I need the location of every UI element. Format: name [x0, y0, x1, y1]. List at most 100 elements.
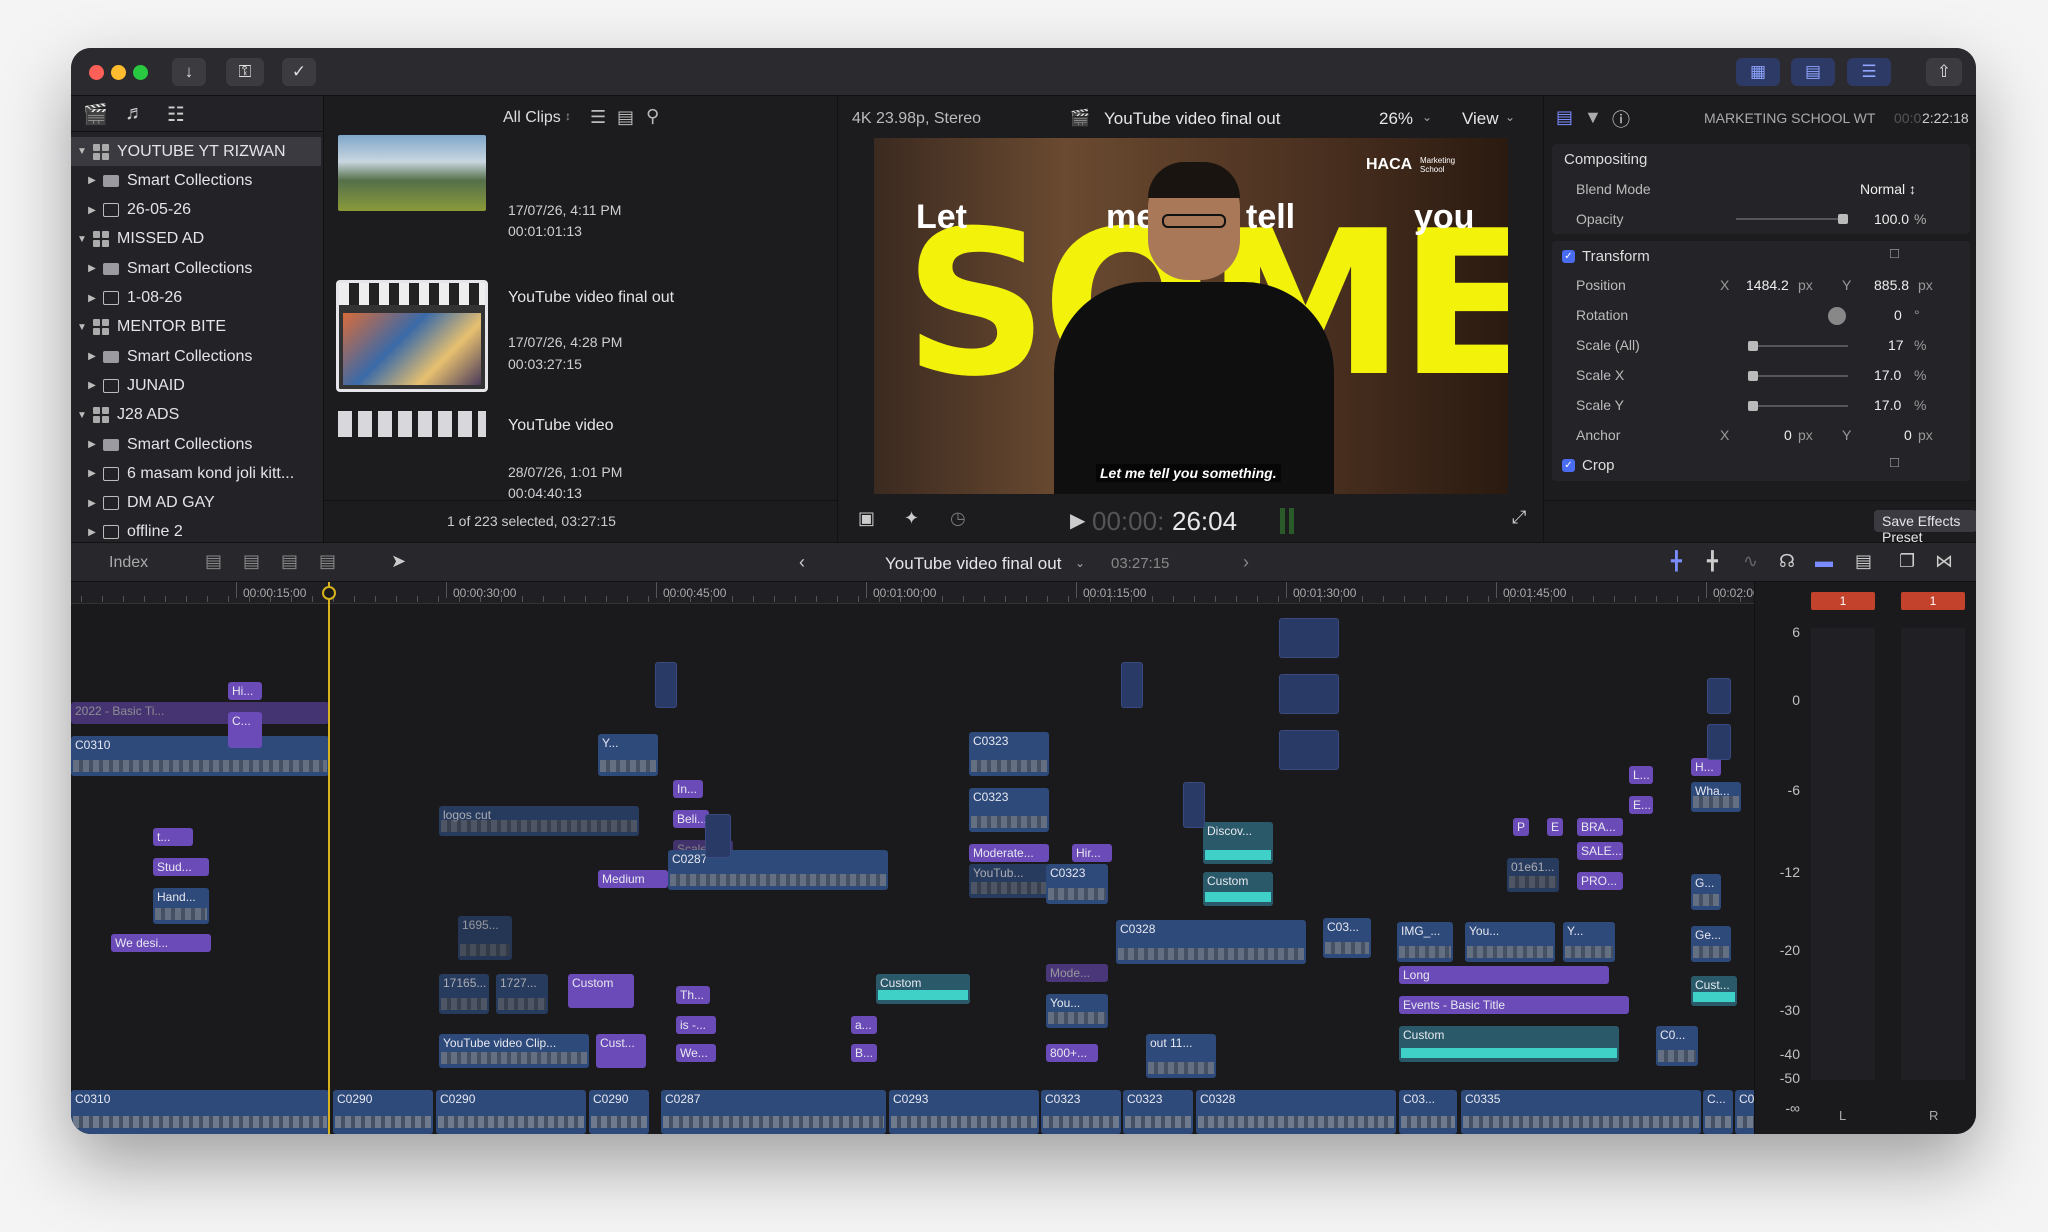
- timeline-clip[interactable]: We...: [676, 1044, 716, 1062]
- snapping-icon[interactable]: ▬: [1815, 551, 1833, 572]
- disclosure-closed-icon[interactable]: ▶: [85, 380, 99, 391]
- storyline-clip[interactable]: C0323: [1123, 1090, 1193, 1134]
- transitions-browser-icon[interactable]: ⋈: [1935, 551, 1953, 572]
- timeline-clip[interactable]: G...: [1691, 874, 1721, 910]
- stacked-clip[interactable]: [1707, 724, 1731, 760]
- timeline-clip[interactable]: Mode...: [1046, 964, 1108, 982]
- transform-checkbox[interactable]: ✓: [1562, 250, 1575, 263]
- timeline-clip[interactable]: Ge...: [1691, 926, 1731, 962]
- timeline[interactable]: 00:00:15:00 00:00:30:00 00:00:45:00 00:01:0…: [71, 582, 1754, 1134]
- timeline-clip[interactable]: YouTube video Clip...: [439, 1034, 589, 1068]
- timeline-clip[interactable]: 17165...: [439, 974, 489, 1014]
- timeline-clip[interactable]: In...: [673, 780, 703, 798]
- timeline-clip[interactable]: Custom: [568, 974, 634, 1008]
- save-effects-preset-button[interactable]: Save Effects Preset: [1874, 510, 1976, 545]
- opacity-value[interactable]: 100.0: [1874, 211, 1909, 227]
- titles-generators-icon[interactable]: ☷: [167, 102, 185, 127]
- blend-mode-select[interactable]: Normal ↕: [1860, 181, 1916, 197]
- disclosure-open-icon[interactable]: ▼: [75, 410, 89, 421]
- storyline-clip[interactable]: C0335: [1461, 1090, 1701, 1134]
- disclosure-closed-icon[interactable]: ▶: [85, 351, 99, 362]
- clip-filter-dropdown[interactable]: All Clips: [503, 109, 561, 127]
- timeline-clip[interactable]: t...: [153, 828, 193, 846]
- timeline-clip[interactable]: a...: [851, 1016, 877, 1034]
- stacked-clip[interactable]: [1279, 674, 1339, 714]
- timeline-clip[interactable]: Cust...: [596, 1034, 646, 1068]
- timeline-clip[interactable]: Discov...: [1203, 822, 1273, 864]
- sidebar-item-library[interactable]: ▼ YOUTUBE YT RIZWAN: [71, 137, 321, 166]
- timeline-clip[interactable]: Wha...: [1691, 782, 1741, 812]
- timeline-clip[interactable]: E: [1547, 818, 1563, 836]
- timeline-clip[interactable]: C0...: [1656, 1026, 1698, 1066]
- disclosure-open-icon[interactable]: ▼: [75, 234, 89, 245]
- view-dropdown[interactable]: View: [1462, 109, 1499, 129]
- timeline-clip[interactable]: Moderate...: [969, 844, 1049, 862]
- crop-onscreen-icon[interactable]: □: [1890, 454, 1899, 471]
- search-icon[interactable]: ⚲: [646, 106, 659, 127]
- timeline-clip[interactable]: C0323: [969, 788, 1049, 832]
- timeline-clip[interactable]: Custom: [1399, 1026, 1619, 1062]
- effects-browser-icon[interactable]: ❐: [1899, 551, 1915, 572]
- timeline-clip[interactable]: IMG_...: [1397, 922, 1453, 962]
- timeline-clip[interactable]: Medium: [598, 870, 668, 888]
- timeline-clip[interactable]: 1727...: [496, 974, 548, 1014]
- play-icon[interactable]: ▶: [1070, 508, 1085, 533]
- disclosure-open-icon[interactable]: ▼: [75, 322, 89, 333]
- stacked-clip[interactable]: [1183, 782, 1205, 828]
- video-frame[interactable]: SOMETHING Let me tell you HACA Marketing…: [874, 138, 1508, 494]
- timeline-clip[interactable]: Hir...: [1072, 844, 1112, 862]
- share-button[interactable]: ⇧: [1926, 58, 1962, 86]
- timeline-clip[interactable]: B...: [851, 1044, 877, 1062]
- append-clip-icon[interactable]: ▤: [281, 551, 298, 572]
- clip-thumbnail[interactable]: [338, 135, 486, 211]
- import-button[interactable]: ↓: [172, 58, 206, 86]
- select-tool-icon[interactable]: ➤: [391, 551, 406, 572]
- timeline-clip[interactable]: BRA...: [1577, 818, 1623, 836]
- storyline-clip[interactable]: C0323: [1041, 1090, 1121, 1134]
- stacked-clip[interactable]: [1279, 730, 1339, 770]
- insert-clip-icon[interactable]: ▤: [243, 551, 260, 572]
- disclosure-closed-icon[interactable]: ▶: [85, 293, 99, 304]
- sidebar-item-library[interactable]: ▼ J28 ADS: [71, 401, 321, 430]
- disclosure-closed-icon[interactable]: ▶: [85, 263, 99, 274]
- peak-indicator-right[interactable]: 1: [1901, 592, 1965, 610]
- audio-skimming-icon[interactable]: ╋: [1707, 551, 1718, 572]
- timeline-toggle-button[interactable]: ▤: [1791, 58, 1835, 86]
- photos-audio-icon[interactable]: ♬: [125, 102, 145, 125]
- playhead[interactable]: [328, 582, 330, 1134]
- index-button[interactable]: Index: [109, 554, 148, 572]
- browser-toggle-button[interactable]: ▦: [1736, 58, 1780, 86]
- history-back-icon[interactable]: ‹: [799, 552, 805, 573]
- stacked-clip[interactable]: [1707, 678, 1731, 714]
- storyline-clip[interactable]: C0290: [436, 1090, 586, 1134]
- close-button[interactable]: [89, 65, 104, 80]
- scale-x-slider[interactable]: [1748, 371, 1848, 381]
- timeline-clip[interactable]: Custom: [876, 974, 970, 1004]
- timeline-clip[interactable]: You...: [1046, 994, 1108, 1028]
- timeline-clip[interactable]: 800+...: [1046, 1044, 1098, 1062]
- inspector-toggle-button[interactable]: ☰: [1847, 58, 1891, 86]
- storyline-clip[interactable]: C0290: [589, 1090, 649, 1134]
- timeline-clip[interactable]: Stud...: [153, 858, 209, 876]
- disclosure-open-icon[interactable]: ▼: [75, 146, 89, 157]
- storyline-clip[interactable]: C0290: [333, 1090, 433, 1134]
- timeline-clip[interactable]: H...: [1691, 758, 1721, 776]
- zoom-dropdown[interactable]: 26%: [1379, 109, 1413, 129]
- timeline-clip[interactable]: Events - Basic Title: [1399, 996, 1629, 1014]
- disclosure-closed-icon[interactable]: ▶: [85, 527, 99, 538]
- filmstrip-view-icon[interactable]: ▤: [617, 107, 634, 128]
- storyline-clip[interactable]: C0...: [1735, 1090, 1754, 1134]
- stacked-clip[interactable]: [1121, 662, 1143, 708]
- timeline-clip[interactable]: L...: [1629, 766, 1653, 784]
- peak-indicator-left[interactable]: 1: [1811, 592, 1875, 610]
- timeline-clip[interactable]: Hand...: [153, 888, 209, 924]
- scale-all-slider[interactable]: [1748, 341, 1848, 351]
- skimming-icon[interactable]: ╋: [1671, 551, 1682, 572]
- history-forward-icon[interactable]: ›: [1243, 552, 1249, 573]
- sidebar-item-event[interactable]: ▶ 6 masam kond joli kitt...: [71, 459, 321, 488]
- timeline-clip[interactable]: 01e61...: [1507, 858, 1559, 892]
- timeline-clip[interactable]: C...: [228, 712, 262, 748]
- sidebar-item-event[interactable]: ▶ 1-08-26: [71, 284, 321, 313]
- transform-onscreen-icon[interactable]: □: [1890, 245, 1899, 262]
- scale-y-slider[interactable]: [1748, 401, 1848, 411]
